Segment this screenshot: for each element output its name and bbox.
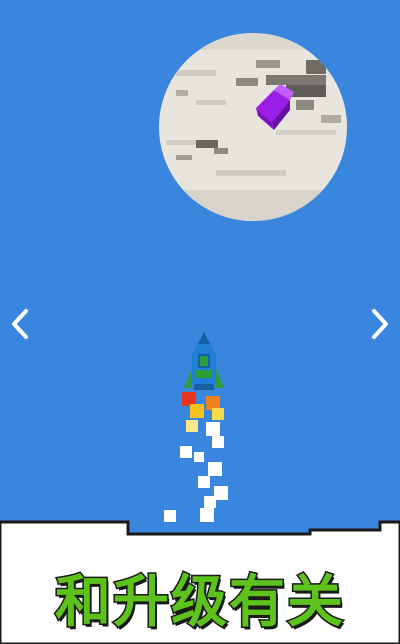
rocket xyxy=(184,332,224,390)
chevron-left-icon xyxy=(12,309,28,339)
moon xyxy=(159,33,347,221)
caption-banner: 和升级有关 xyxy=(0,552,400,642)
next-button[interactable] xyxy=(360,300,400,348)
prev-button[interactable] xyxy=(0,300,40,348)
rocket-exhaust xyxy=(164,392,228,522)
caption-text: 和升级有关 xyxy=(54,568,345,636)
chevron-right-icon xyxy=(372,309,388,339)
